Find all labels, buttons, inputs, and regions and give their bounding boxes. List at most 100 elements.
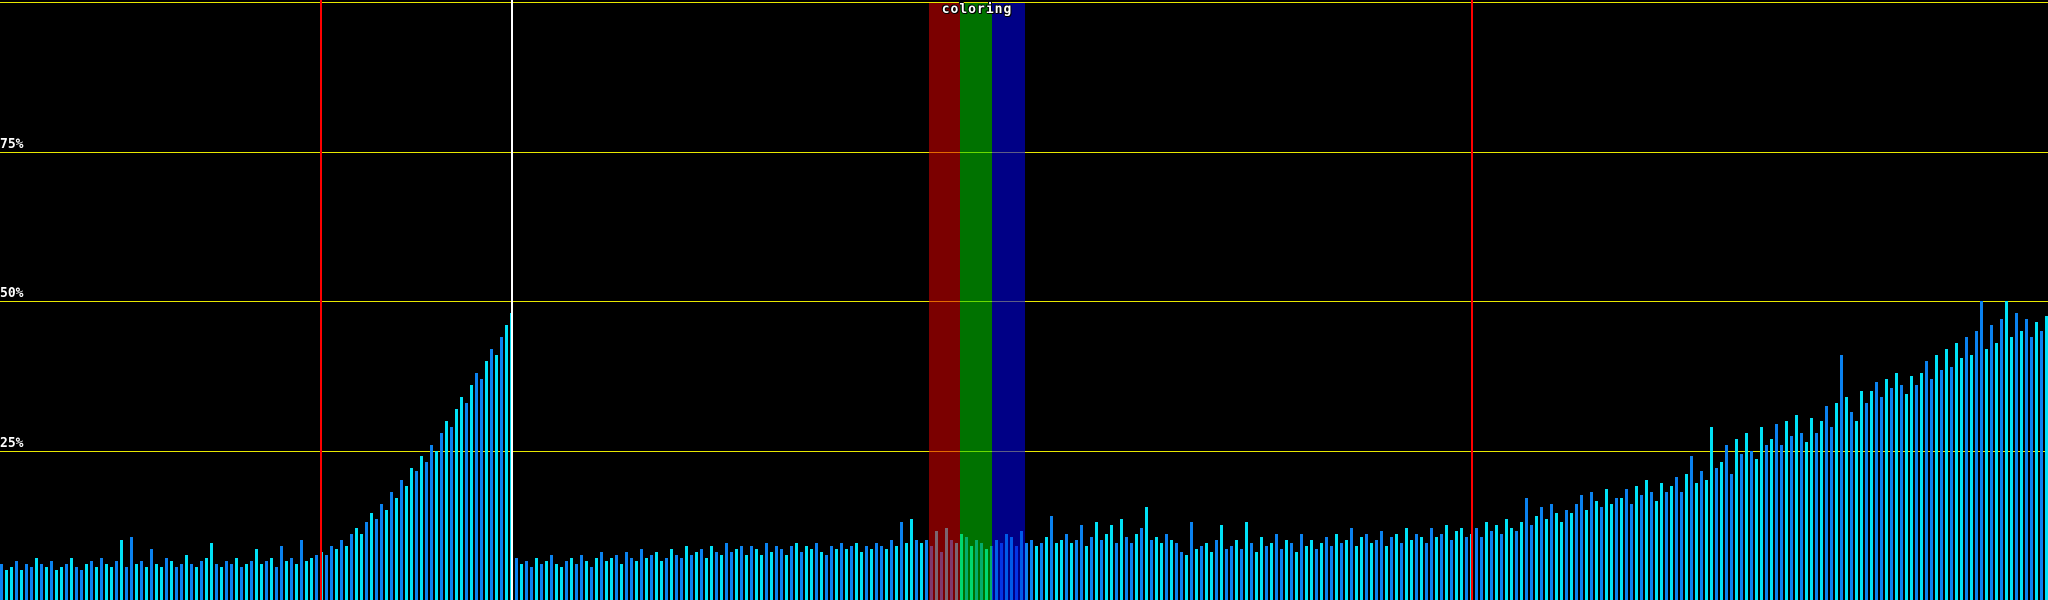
bar xyxy=(675,555,678,600)
bar xyxy=(1315,549,1318,600)
bar xyxy=(685,546,688,600)
bar xyxy=(440,432,443,600)
marker-red-1 xyxy=(320,0,322,600)
bar xyxy=(1600,507,1603,600)
bar xyxy=(140,561,143,600)
bar xyxy=(1335,534,1338,600)
bar xyxy=(1160,543,1163,600)
bar xyxy=(1875,381,1878,600)
bar xyxy=(1765,444,1768,600)
bar xyxy=(1520,522,1523,600)
bar xyxy=(250,561,253,600)
y-axis-label: 25% xyxy=(0,435,24,451)
bar xyxy=(580,555,583,600)
bar xyxy=(1330,546,1333,600)
bar xyxy=(185,555,188,600)
bar xyxy=(380,504,383,600)
bar xyxy=(500,336,503,600)
bar xyxy=(1720,462,1723,600)
bar xyxy=(1740,453,1743,600)
bar xyxy=(415,471,418,600)
coloring-band-label: coloring xyxy=(941,2,1013,17)
bar xyxy=(1400,543,1403,600)
bar xyxy=(690,555,693,600)
bar xyxy=(1890,387,1893,600)
bar xyxy=(170,561,173,600)
bar xyxy=(765,543,768,600)
bar xyxy=(1700,471,1703,600)
bar xyxy=(1050,516,1053,600)
bar xyxy=(1295,552,1298,600)
bar xyxy=(1175,543,1178,600)
bar xyxy=(325,555,328,600)
bar xyxy=(835,549,838,600)
bar xyxy=(65,564,68,600)
bar xyxy=(470,384,473,600)
bar xyxy=(575,564,578,600)
bar xyxy=(465,402,468,600)
bar xyxy=(1835,402,1838,600)
bar xyxy=(345,546,348,600)
bar xyxy=(1680,492,1683,600)
bar xyxy=(260,564,263,600)
bar xyxy=(1325,537,1328,600)
bar xyxy=(275,567,278,600)
bar xyxy=(1810,417,1813,600)
bar xyxy=(1560,522,1563,600)
bar xyxy=(50,561,53,600)
bar xyxy=(660,561,663,600)
bar xyxy=(90,561,93,600)
bar xyxy=(1770,438,1773,600)
bar xyxy=(1130,543,1133,600)
bar xyxy=(860,552,863,600)
bar xyxy=(805,546,808,600)
bar xyxy=(1845,396,1848,600)
bar xyxy=(1340,543,1343,600)
bar xyxy=(550,555,553,600)
bar xyxy=(1420,537,1423,600)
bar xyxy=(885,549,888,600)
bar xyxy=(110,567,113,600)
bar xyxy=(595,558,598,600)
bar xyxy=(1575,504,1578,600)
bar xyxy=(545,561,548,600)
bar xyxy=(820,552,823,600)
bar xyxy=(95,567,98,600)
bar xyxy=(435,450,438,600)
bar xyxy=(670,549,673,600)
bar xyxy=(1150,540,1153,600)
bar xyxy=(1395,534,1398,600)
bar xyxy=(210,543,213,600)
bar xyxy=(680,558,683,600)
bar xyxy=(1440,534,1443,600)
bar xyxy=(755,549,758,600)
bar xyxy=(1945,348,1948,600)
bar xyxy=(1590,492,1593,600)
bar xyxy=(305,561,308,600)
bar xyxy=(1285,540,1288,600)
bar xyxy=(900,522,903,600)
bar xyxy=(1880,396,1883,600)
bar xyxy=(1990,324,1993,600)
bar xyxy=(810,549,813,600)
bar xyxy=(880,546,883,600)
bar xyxy=(1360,537,1363,600)
bar xyxy=(1670,486,1673,600)
bar xyxy=(620,564,623,600)
bar xyxy=(1055,543,1058,600)
bar xyxy=(1035,546,1038,600)
bar xyxy=(25,564,28,600)
bar xyxy=(1430,528,1433,600)
bar xyxy=(55,570,58,600)
bar xyxy=(1710,426,1713,600)
bar xyxy=(1445,525,1448,600)
bar xyxy=(915,540,918,600)
bar xyxy=(195,567,198,600)
bar xyxy=(60,567,63,600)
bar xyxy=(360,534,363,600)
bar xyxy=(330,546,333,600)
bar xyxy=(1535,516,1538,600)
bar xyxy=(1695,483,1698,600)
bar xyxy=(600,552,603,600)
bar xyxy=(1650,492,1653,600)
